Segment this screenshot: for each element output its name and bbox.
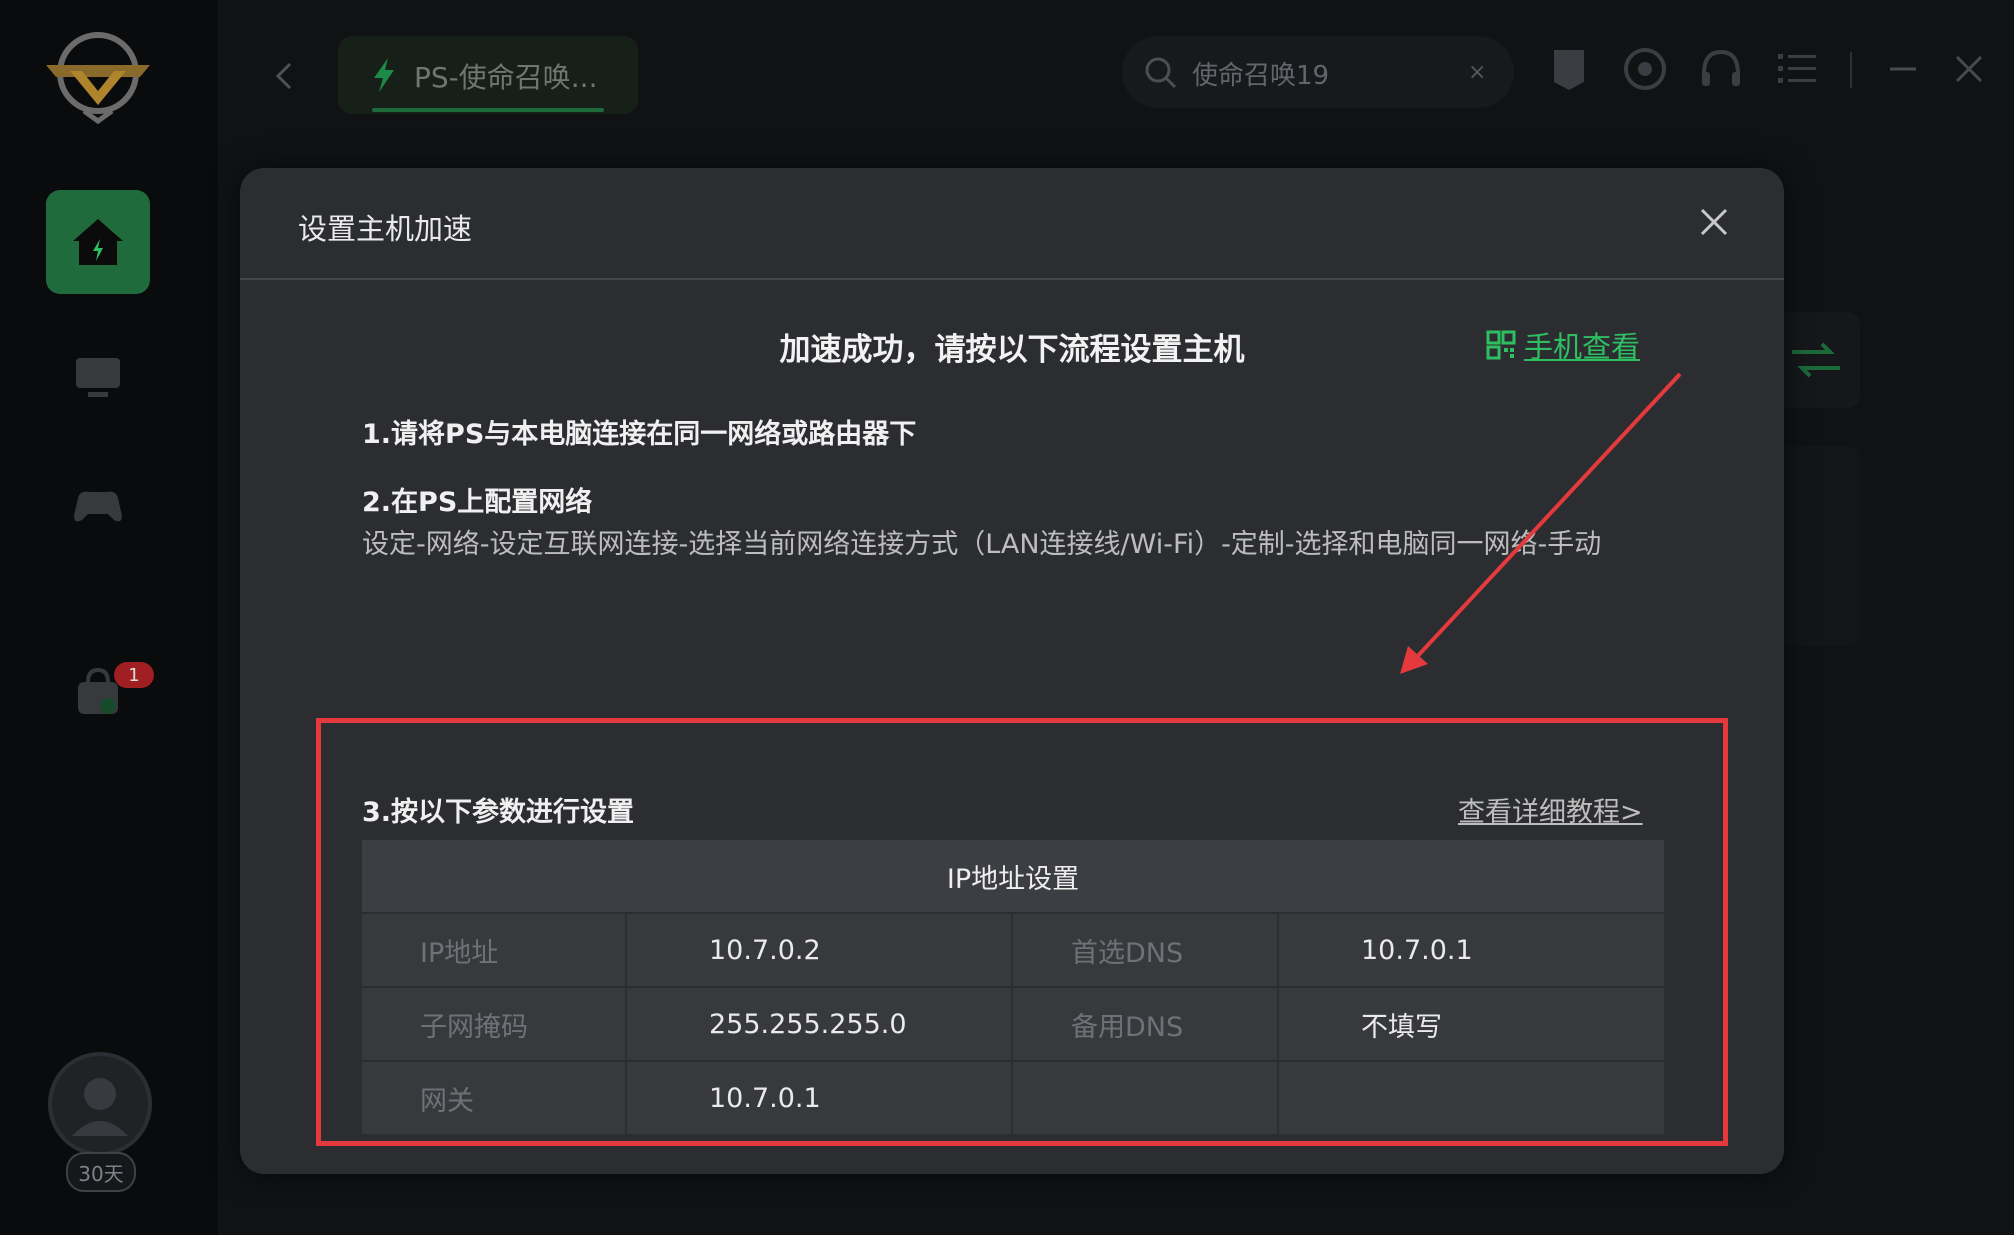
step2-description: 设定-网络-设定互联网连接-选择当前网络连接方式（LAN连接线/Wi-Fi）-定… xyxy=(362,529,1602,560)
ip-address-label: IP地址 xyxy=(362,912,627,987)
step3-title: 3.按以下参数进行设置 xyxy=(362,797,635,828)
table-header: IP地址设置 xyxy=(362,840,1664,913)
dialog-title: 设置主机加速 xyxy=(298,212,473,246)
game-tab[interactable]: PS-使命召唤... xyxy=(338,36,638,114)
subnet-mask-value: 255.255.255.0 xyxy=(626,986,1013,1061)
minimize-icon[interactable] xyxy=(1886,52,1920,86)
primary-dns-label: 首选DNS xyxy=(1012,912,1279,987)
swap-icon xyxy=(1792,342,1840,378)
dialog-header: 设置主机加速 xyxy=(240,168,1784,280)
back-icon[interactable] xyxy=(270,58,298,94)
empty-cell xyxy=(1278,1060,1664,1134)
home-icon xyxy=(73,219,123,265)
avatar[interactable] xyxy=(48,1052,152,1156)
phone-view-link[interactable]: 手机查看 xyxy=(1486,324,1640,366)
secondary-dns-value: 不填写 xyxy=(1278,986,1664,1061)
logo-icon xyxy=(46,32,150,125)
tutorial-link[interactable]: 查看详细教程> xyxy=(1458,790,1643,829)
gateway-label: 网关 xyxy=(362,1060,627,1134)
steam-icon[interactable] xyxy=(1622,46,1668,92)
step2-title: 2.在PS上配置网络 xyxy=(362,487,593,518)
epic-icon[interactable] xyxy=(1546,46,1592,92)
ip-settings-table: IP地址设置 IP地址 10.7.0.2 首选DNS 10.7.0.1 子网掩码… xyxy=(362,840,1664,1134)
table-row: 子网掩码 255.255.255.0 备用DNS 不填写 xyxy=(362,986,1664,1061)
ip-address-value: 10.7.0.2 xyxy=(626,912,1013,987)
window-close-icon[interactable] xyxy=(1952,52,1986,86)
close-icon[interactable] xyxy=(1696,204,1732,240)
membership-days-badge: 30天 xyxy=(66,1152,136,1192)
secondary-dns-label: 备用DNS xyxy=(1012,986,1279,1061)
search-icon xyxy=(1145,57,1177,89)
game-tab-label: PS-使命召唤... xyxy=(414,61,598,94)
host-acceleration-dialog: 设置主机加速 加速成功，请按以下流程设置主机 手机查看 1.请将PS与本电脑连接… xyxy=(240,168,1784,1174)
table-row: IP地址 10.7.0.2 首选DNS 10.7.0.1 xyxy=(362,912,1664,987)
qr-code-icon xyxy=(1486,330,1516,360)
primary-dns-value: 10.7.0.1 xyxy=(1278,912,1664,987)
game-tab-underline xyxy=(372,108,604,112)
step1-text: 1.请将PS与本电脑连接在同一网络或路由器下 xyxy=(362,419,917,450)
nav-home-button[interactable] xyxy=(46,190,150,294)
bolt-icon xyxy=(374,58,394,92)
search-input[interactable] xyxy=(1190,52,1454,94)
phone-view-label: 手机查看 xyxy=(1524,330,1641,364)
search-clear-button[interactable]: × xyxy=(1468,60,1486,85)
user-icon xyxy=(72,1078,128,1136)
gamepad-icon[interactable] xyxy=(70,478,126,534)
notification-badge: 1 xyxy=(114,662,154,688)
empty-cell xyxy=(1012,1060,1279,1134)
toolbar-divider xyxy=(1850,52,1852,88)
table-row: 网关 10.7.0.1 xyxy=(362,1060,1664,1134)
background-card xyxy=(1772,446,1860,646)
monitor-icon[interactable] xyxy=(70,350,126,406)
subnet-mask-label: 子网掩码 xyxy=(362,986,627,1061)
gateway-value: 10.7.0.1 xyxy=(626,1060,1013,1134)
search-box[interactable]: × xyxy=(1122,36,1514,108)
list-icon[interactable] xyxy=(1774,46,1820,92)
background-card xyxy=(1772,312,1860,408)
sidebar: 1 30天 xyxy=(0,0,218,1235)
headset-icon[interactable] xyxy=(1698,46,1744,92)
